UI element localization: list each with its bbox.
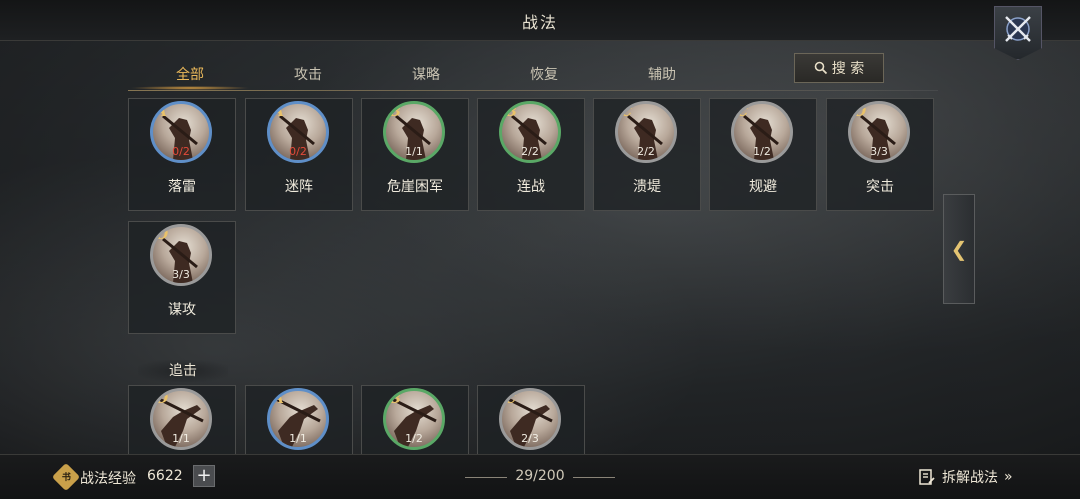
skill-portrait: D 3/3 xyxy=(848,101,910,163)
skill-portrait: B 1/2 xyxy=(383,388,445,450)
skill-count: 1/2 xyxy=(405,432,423,445)
skill-portrait: D 1/1 xyxy=(150,388,212,450)
skill-card[interactable]: C 2/3 xyxy=(477,385,585,455)
tab-strategy[interactable]: 谋略 xyxy=(376,64,476,84)
search-icon xyxy=(814,61,827,75)
skill-portrait: B 1/1 xyxy=(383,101,445,163)
skill-count: 3/3 xyxy=(172,268,190,281)
skill-count: 2/3 xyxy=(521,432,539,445)
skill-count: 3/3 xyxy=(870,145,888,158)
skill-card[interactable]: B 1/1 危崖困军 xyxy=(361,98,469,211)
skill-grade: B xyxy=(389,391,401,407)
skill-card[interactable]: B 2/2 连战 xyxy=(477,98,585,211)
chevron-left-icon: ❮ xyxy=(950,237,968,261)
skill-name: 迷阵 xyxy=(285,179,313,195)
tab-attack[interactable]: 攻击 xyxy=(258,64,358,84)
skill-portrait: C 2/3 xyxy=(499,388,561,450)
skill-grade: B xyxy=(505,104,517,120)
double-chevron-right-icon: » xyxy=(1004,469,1013,485)
disassemble-label: 拆解战法 xyxy=(942,470,998,486)
skill-portrait: A 0/2 xyxy=(150,101,212,163)
skill-name: 溃堤 xyxy=(633,179,661,195)
skill-portrait: C 2/2 xyxy=(615,101,677,163)
skill-grade: A xyxy=(273,391,284,407)
skill-portrait: A 1/1 xyxy=(267,388,329,450)
skill-card[interactable]: B 1/2 xyxy=(361,385,469,455)
skill-portrait: D 3/3 xyxy=(150,224,212,286)
skill-grade: B xyxy=(389,104,401,120)
skill-name: 危崖困军 xyxy=(387,179,443,195)
skill-grade: C xyxy=(621,104,633,120)
page-title: 战法 xyxy=(521,13,558,32)
skill-grade: A xyxy=(156,104,167,120)
collapse-panel-button[interactable]: ❮ xyxy=(943,194,975,304)
skill-grade: C xyxy=(505,391,517,407)
skill-card[interactable]: A 0/2 迷阵 xyxy=(245,98,353,211)
skill-name: 落雷 xyxy=(168,179,196,195)
search-button[interactable]: 搜 索 xyxy=(794,53,884,83)
skill-portrait: B 2/2 xyxy=(499,101,561,163)
skill-count: 2/2 xyxy=(637,145,655,158)
skill-card[interactable]: D 1/1 xyxy=(128,385,236,455)
skill-grade: C xyxy=(737,104,749,120)
skill-card[interactable]: A 0/2 落雷 xyxy=(128,98,236,211)
crossed-swords-icon xyxy=(1005,16,1031,42)
skill-count: 1/2 xyxy=(753,145,771,158)
skill-count: 2/2 xyxy=(521,145,539,158)
search-label: 搜 索 xyxy=(831,61,865,77)
skill-card[interactable]: D 3/3 突击 xyxy=(826,98,934,211)
skill-grade: D xyxy=(854,104,867,120)
disassemble-button[interactable]: 拆解战法 » xyxy=(918,467,1013,487)
skill-count: 1/1 xyxy=(172,432,190,445)
tab-recovery[interactable]: 恢复 xyxy=(494,64,594,84)
skill-name: 谋攻 xyxy=(168,302,196,318)
skill-portrait: C 1/2 xyxy=(731,101,793,163)
skill-grade: D xyxy=(156,227,169,243)
skill-name: 连战 xyxy=(517,179,545,195)
skill-count: 0/2 xyxy=(289,145,307,158)
section-title: 追击 xyxy=(138,360,228,382)
skill-name: 规避 xyxy=(749,179,777,195)
skill-portrait: A 0/2 xyxy=(267,101,329,163)
tab-all[interactable]: 全部 xyxy=(140,64,240,84)
skill-count: 1/1 xyxy=(289,432,307,445)
divider-right xyxy=(573,477,615,478)
skill-card[interactable]: A 1/1 xyxy=(245,385,353,455)
skill-count: 0/2 xyxy=(172,145,190,158)
bottom-bar: 书 战法经验 6622 + 29/200 拆解战法 » xyxy=(0,454,1080,499)
skill-card[interactable]: C 1/2 规避 xyxy=(709,98,817,211)
skill-grade: D xyxy=(156,391,169,407)
top-bar: 战法 xyxy=(0,0,1080,41)
skill-count: 1/1 xyxy=(405,145,423,158)
list-edit-icon xyxy=(919,469,935,485)
skill-grade: A xyxy=(273,104,284,120)
skill-name: 突击 xyxy=(866,179,894,195)
tab-support[interactable]: 辅助 xyxy=(612,64,712,84)
skill-card[interactable]: C 2/2 溃堤 xyxy=(593,98,701,211)
skill-card[interactable]: D 3/3 谋攻 xyxy=(128,221,236,334)
tabs-divider xyxy=(128,90,938,91)
